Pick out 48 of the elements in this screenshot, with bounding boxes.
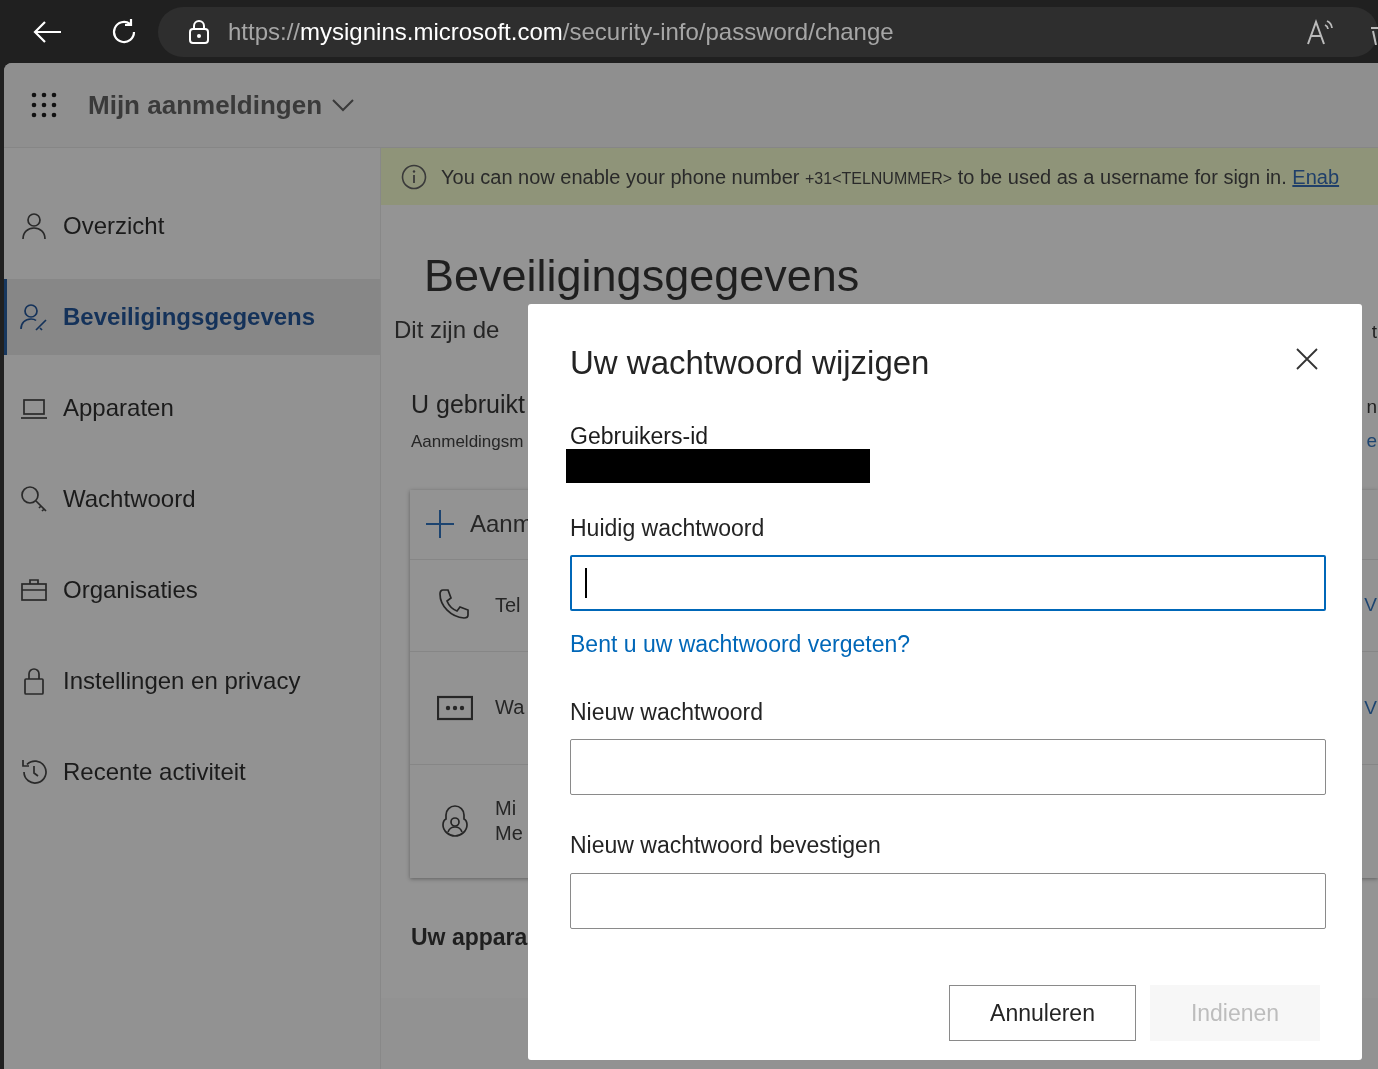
- person-key-icon: [19, 302, 49, 332]
- address-bar[interactable]: https://mysignins.microsoft.com/security-info/password/change: [158, 6, 1378, 57]
- partial-text: t: [1371, 319, 1377, 344]
- sidebar-item[interactable]: Apparaten: [4, 370, 380, 446]
- forgot-password-link[interactable]: Bent u uw wachtwoord vergeten?: [570, 627, 911, 662]
- partial-text[interactable]: V: [1364, 695, 1377, 720]
- sidebar-item[interactable]: Instellingen en privacy: [4, 643, 380, 719]
- page-title: Beveiligingsgegevens: [424, 250, 861, 302]
- section-subtitle: Aanmeldingsm: [411, 431, 524, 454]
- method-name: Mi: [495, 796, 518, 822]
- password-field[interactable]: [570, 739, 1326, 796]
- read-aloud-icon[interactable]: [1306, 18, 1334, 45]
- plus-icon[interactable]: [424, 508, 456, 541]
- partial-text: n: [1366, 394, 1377, 419]
- url-text: https://mysignins.microsoft.com/security-info/password/change: [228, 16, 894, 47]
- password-field[interactable]: [570, 872, 1326, 929]
- person-icon: [19, 211, 49, 241]
- dialog-title: Uw wachtwoord wijzigen: [570, 343, 931, 383]
- sidebar-item[interactable]: Recente activiteit: [4, 734, 380, 810]
- field-label: Nieuw wachtwoord bevestigen: [570, 831, 882, 861]
- sidebar-item[interactable]: Wachtwoord: [4, 461, 380, 537]
- field-label: Huidig wachtwoord: [570, 513, 766, 543]
- sidebar-item[interactable]: Organisaties: [4, 552, 380, 628]
- method-name: Wa: [495, 695, 525, 721]
- sidebar-item[interactable]: Overzicht: [4, 188, 380, 264]
- text-cursor: [585, 568, 587, 599]
- cancel-button[interactable]: Annuleren: [949, 984, 1136, 1041]
- partial-text[interactable]: V: [1364, 593, 1377, 618]
- history-icon: [19, 757, 49, 787]
- field-label: Gebruikers-id: [570, 423, 710, 449]
- partial-text: e: [1366, 429, 1377, 454]
- method-name: Tel: [495, 592, 521, 618]
- chevron-down-icon[interactable]: [332, 98, 355, 112]
- key-search-icon: [19, 484, 49, 514]
- intro-text: Dit zijn de: [394, 314, 500, 345]
- banner-link[interactable]: Enab: [1292, 165, 1340, 188]
- info-icon: [401, 163, 427, 190]
- close-icon: [1296, 348, 1318, 370]
- method-name: Me: [495, 821, 523, 847]
- app-launcher-icon[interactable]: [30, 91, 58, 119]
- section-heading: Uw appara: [411, 922, 529, 952]
- section-heading: U gebruikt: [411, 388, 525, 420]
- banner-text: You can now enable your phone number +31<TELNUMMER> to be used as a username for sign in. Enab: [441, 164, 1340, 190]
- app-title[interactable]: Mijn aanmeldingen: [88, 85, 323, 125]
- field-label: Nieuw wachtwoord: [570, 697, 765, 727]
- password-field[interactable]: [570, 555, 1326, 612]
- sidebar-item[interactable]: Beveiligingsgegevens: [4, 279, 380, 355]
- lock-icon: [188, 18, 210, 45]
